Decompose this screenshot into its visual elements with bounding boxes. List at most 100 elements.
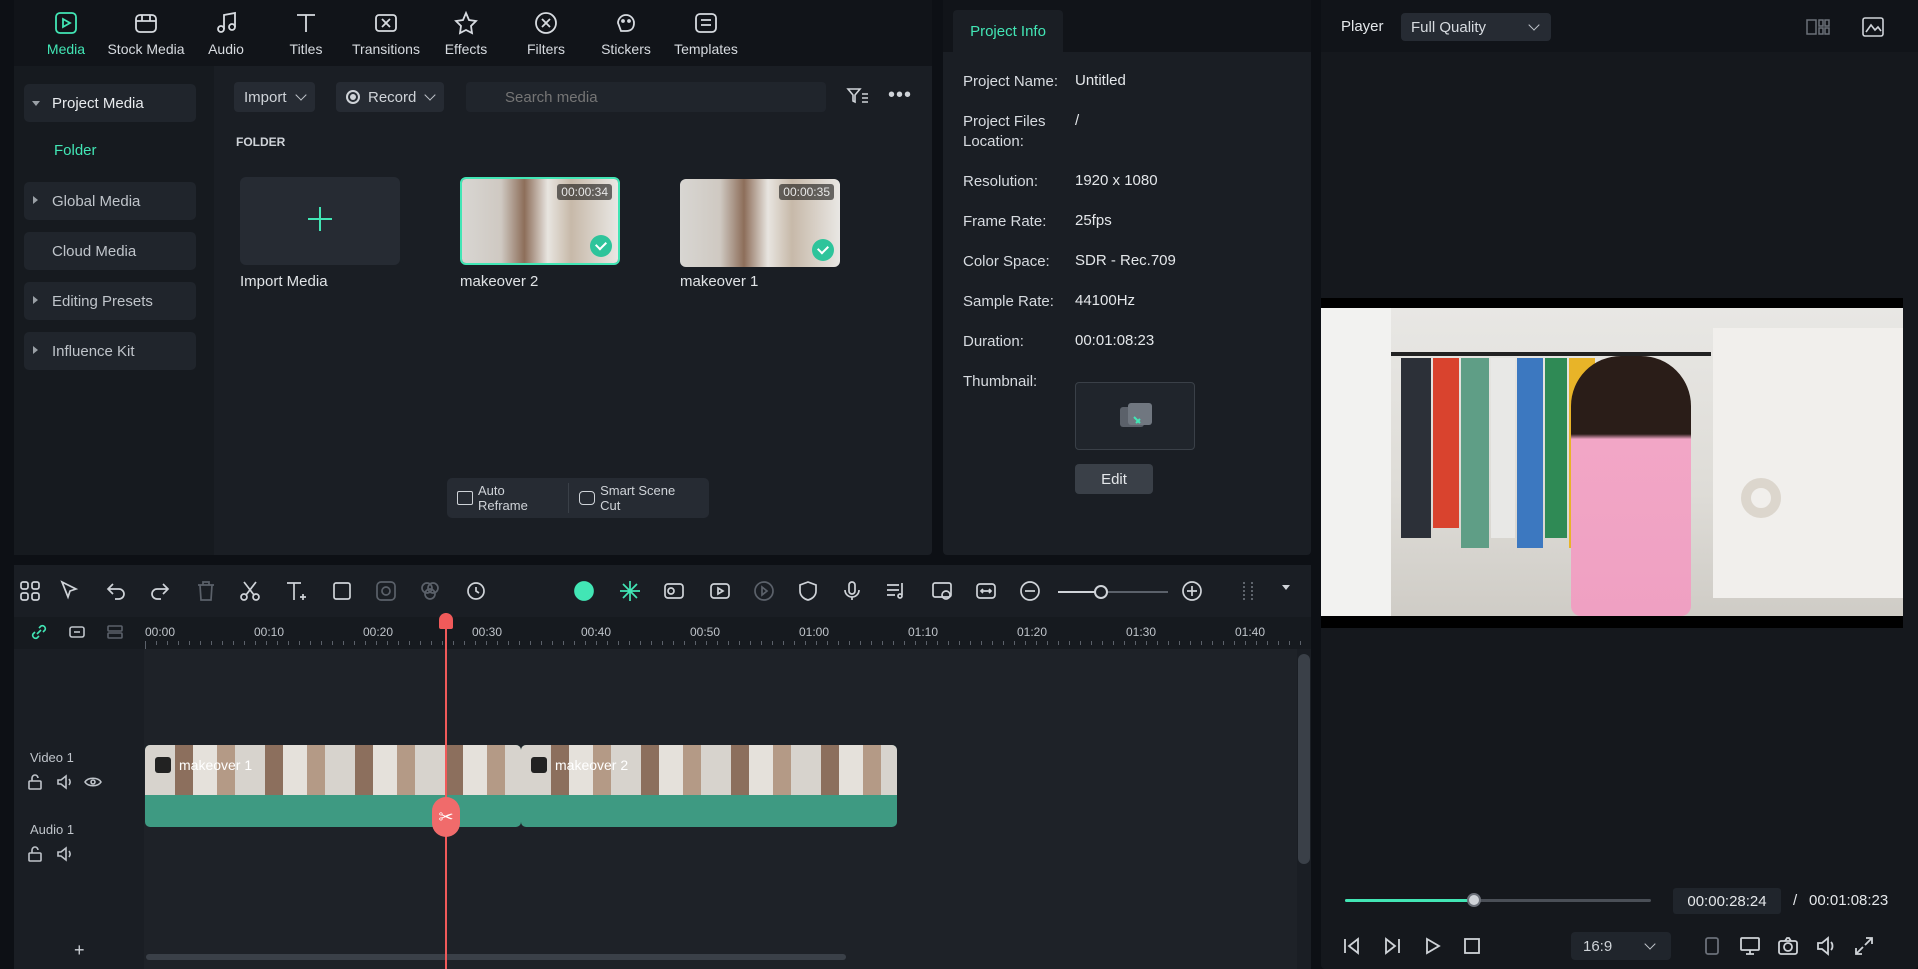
zoom-out-icon[interactable] [1018, 579, 1042, 603]
previous-frame-icon[interactable] [1341, 935, 1363, 960]
thumbnail-picker[interactable] [1075, 382, 1195, 450]
sidebar-item-folder[interactable]: Folder [54, 142, 97, 159]
grid-menu-icon[interactable] [18, 579, 42, 603]
group-clips-icon[interactable] [68, 623, 86, 644]
snapshot-camera-icon[interactable] [1777, 935, 1799, 960]
zoom-slider-knob[interactable] [1094, 585, 1108, 599]
track-label-video-1: Video 1 [30, 750, 74, 765]
playback-scrubber[interactable] [1466, 893, 1481, 907]
quality-dropdown[interactable]: Full Quality [1401, 13, 1551, 41]
color-icon[interactable] [418, 579, 442, 603]
sidebar-item-influence-kit[interactable]: Influence Kit [24, 332, 196, 370]
timeline-clip-makeover-1[interactable]: makeover 1 [145, 745, 521, 827]
layout-grid-icon[interactable] [1805, 16, 1831, 41]
tab-titles[interactable]: Titles [266, 0, 346, 66]
audio-mix-icon[interactable] [884, 579, 908, 603]
preview-shelf [1713, 328, 1903, 598]
link-icon[interactable] [30, 623, 48, 644]
snap-icon[interactable] [618, 579, 642, 603]
caret-down-icon[interactable] [1282, 585, 1290, 590]
time-separator: / [1793, 892, 1798, 909]
ruler-tick-mark [156, 641, 157, 645]
ruler-tick-mark [1146, 641, 1147, 645]
volume-icon[interactable] [56, 773, 74, 794]
tab-stickers[interactable]: Stickers [586, 0, 666, 66]
lock-icon[interactable] [26, 773, 44, 794]
keyframe-icon[interactable] [374, 579, 398, 603]
tab-filters[interactable]: Filters [506, 0, 586, 66]
more-options-icon[interactable]: ••• [888, 84, 912, 107]
shield-icon[interactable] [796, 579, 820, 603]
info-key: Duration: [963, 333, 1024, 350]
undo-icon[interactable] [104, 579, 128, 603]
mark-icon[interactable] [1701, 935, 1723, 960]
auto-reframe-button[interactable]: Auto Reframe [447, 483, 570, 513]
media-clip-makeover-1[interactable]: 00:00:35 [680, 179, 840, 267]
ai-copilot-icon[interactable] [572, 579, 596, 603]
aspect-ratio-dropdown[interactable]: 16:9 [1571, 932, 1671, 960]
ruler-tick-mark [255, 641, 256, 645]
eye-icon[interactable] [84, 773, 102, 794]
horizontal-scrollbar[interactable] [146, 954, 846, 960]
video-preview[interactable] [1321, 298, 1903, 628]
tab-effects[interactable]: Effects [426, 0, 506, 66]
playhead-handle[interactable] [439, 613, 453, 629]
next-frame-icon[interactable] [1381, 935, 1403, 960]
add-track-button[interactable]: + [74, 940, 85, 961]
auto-highlight-icon[interactable] [708, 579, 732, 603]
sidebar-item-cloud-media[interactable]: Cloud Media [24, 232, 196, 270]
split-scissors-icon[interactable]: ✂ [432, 797, 460, 837]
more-tools-icon[interactable] [1236, 579, 1260, 603]
record-dropdown[interactable]: Record [336, 82, 445, 112]
volume-icon[interactable] [1815, 935, 1837, 960]
render-preview-icon[interactable] [930, 579, 954, 603]
zoom-in-icon[interactable] [1180, 579, 1204, 603]
delete-trash-icon[interactable] [194, 579, 218, 603]
edit-thumbnail-button[interactable]: Edit [1075, 464, 1153, 494]
track-settings-icon[interactable] [106, 623, 124, 644]
stock-media-icon [135, 14, 157, 33]
tab-templates[interactable]: Templates [666, 0, 746, 66]
timeline-clip-makeover-2[interactable]: makeover 2 [521, 745, 897, 827]
tab-label: Transitions [352, 41, 420, 57]
preview-garment [1461, 358, 1489, 548]
text-tool-icon[interactable] [284, 579, 308, 603]
fit-timeline-icon[interactable] [974, 579, 998, 603]
stop-icon[interactable] [1461, 935, 1483, 960]
display-icon[interactable] [1739, 935, 1761, 960]
import-media-tile[interactable] [240, 177, 400, 265]
tab-audio[interactable]: Audio [186, 0, 266, 66]
playhead[interactable] [445, 613, 447, 969]
import-dropdown[interactable]: Import [234, 82, 315, 112]
scopes-icon[interactable] [1861, 16, 1885, 41]
play-icon[interactable] [1421, 935, 1443, 960]
scissors-split-icon[interactable] [238, 579, 262, 603]
microphone-icon[interactable] [840, 579, 864, 603]
media-clip-makeover-2[interactable]: 00:00:34 [460, 177, 620, 265]
tab-transitions[interactable]: Transitions [346, 0, 426, 66]
select-pointer-icon[interactable] [58, 579, 82, 603]
ai-tool-icon[interactable] [464, 579, 488, 603]
ruler-tick-mark [1036, 641, 1037, 645]
tab-project-info[interactable]: Project Info [953, 10, 1063, 52]
smart-scene-cut-button[interactable]: Smart Scene Cut [569, 483, 709, 513]
redo-icon[interactable] [148, 579, 172, 603]
ruler-tick-mark [640, 641, 641, 645]
tab-media[interactable]: Media [26, 0, 106, 66]
sidebar-item-global-media[interactable]: Global Media [24, 182, 196, 220]
sidebar-item-editing-presets[interactable]: Editing Presets [24, 282, 196, 320]
speed-icon[interactable] [752, 579, 776, 603]
volume-icon[interactable] [56, 845, 74, 866]
crop-icon[interactable] [330, 579, 354, 603]
ruler-tick-mark [530, 641, 531, 645]
sidebar-item-project-media[interactable]: Project Media [24, 84, 196, 122]
filter-sort-icon[interactable] [846, 86, 870, 111]
vertical-scrollbar[interactable] [1298, 654, 1310, 864]
fullscreen-icon[interactable] [1853, 935, 1875, 960]
lock-icon[interactable] [26, 845, 44, 866]
motion-tracking-icon[interactable] [662, 579, 686, 603]
tab-stock-media[interactable]: Stock Media [106, 0, 186, 66]
aspect-ratio-label: 16:9 [1583, 937, 1613, 955]
ruler-tick-mark [937, 641, 938, 645]
search-input[interactable] [466, 82, 826, 112]
